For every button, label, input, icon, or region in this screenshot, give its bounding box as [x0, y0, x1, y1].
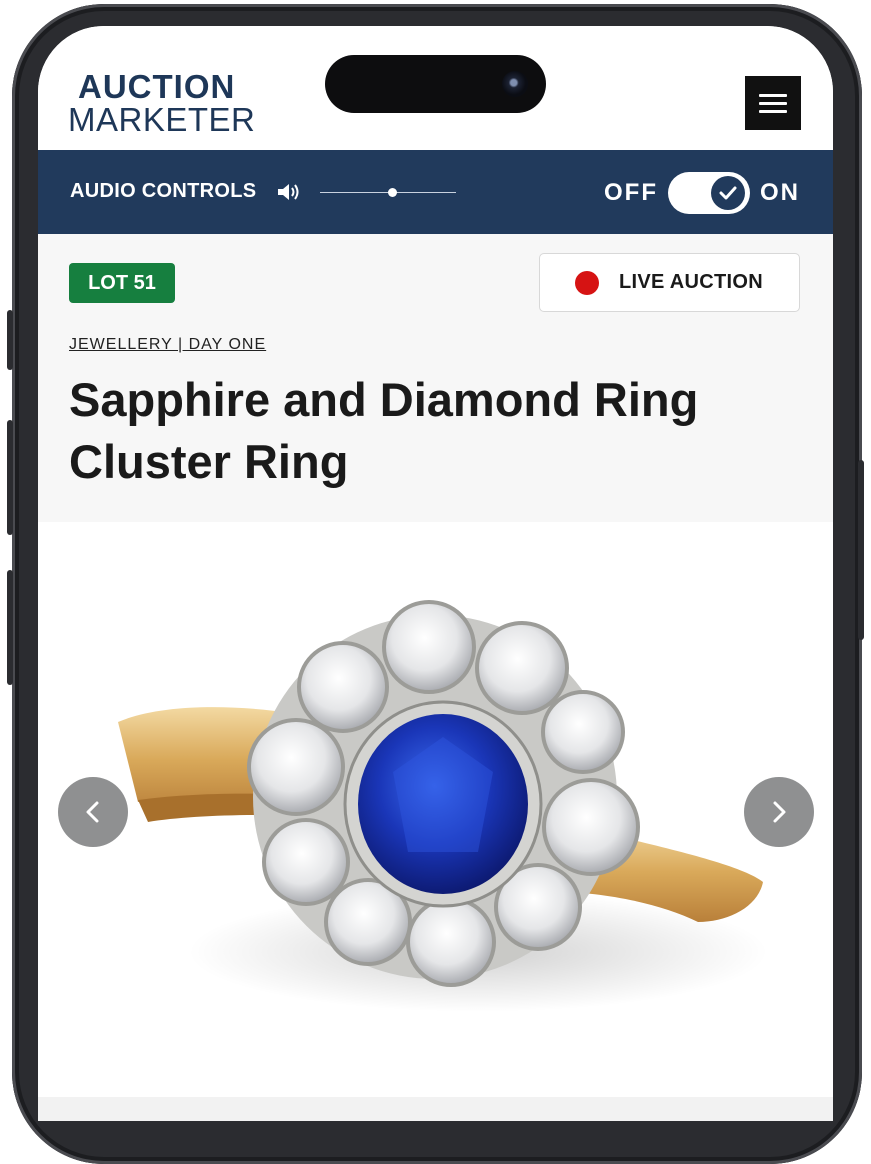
live-indicator-dot [575, 270, 599, 295]
chevron-left-icon [86, 801, 99, 823]
site-logo[interactable]: AUCTION MARKETER [68, 70, 255, 136]
lot-info-section: LOT 51 LIVE AUCTION JEWELLERY | DAY ONE … [38, 234, 833, 522]
phone-side-button [7, 420, 13, 535]
live-auction-button[interactable]: LIVE AUCTION [539, 253, 800, 312]
hamburger-line [759, 109, 787, 113]
carousel-prev-button[interactable] [58, 777, 128, 847]
volume-slider-handle[interactable] [387, 188, 397, 197]
live-auction-label: LIVE AUCTION [619, 271, 763, 293]
hamburger-line [759, 101, 787, 105]
next-section-edge [38, 1097, 833, 1121]
audio-controls-label: AUDIO CONTROLS [70, 180, 257, 202]
toggle-on-label: ON [760, 179, 800, 206]
carousel-next-button[interactable] [744, 777, 814, 847]
lot-title: Sapphire and Diamond Ring Cluster Ring [69, 373, 699, 488]
lot-number-badge: LOT 51 [69, 263, 175, 303]
camera-icon [502, 71, 528, 97]
chevron-right-icon [773, 801, 786, 823]
phone-side-button [7, 310, 13, 370]
audio-toggle[interactable] [668, 172, 750, 214]
ring-image [118, 600, 768, 1012]
speaker-icon[interactable] [276, 181, 302, 203]
product-image-carousel [38, 522, 833, 1097]
logo-line2: MARKETER [68, 101, 256, 138]
hamburger-menu-button[interactable] [745, 76, 801, 130]
phone-screen: AUCTION MARKETER AUDIO CONTROLS OFF ON L… [38, 26, 833, 1121]
hamburger-menu-icon [759, 93, 787, 97]
phone-side-button [7, 570, 13, 685]
breadcrumb-link[interactable]: JEWELLERY | DAY ONE [69, 336, 266, 354]
logo-line1: AUCTION [78, 68, 236, 105]
toggle-knob [711, 176, 745, 210]
phone-side-button [858, 460, 864, 640]
volume-slider[interactable] [320, 188, 456, 197]
checkmark-icon [719, 186, 737, 200]
toggle-off-label: OFF [604, 179, 658, 206]
audio-controls-bar: AUDIO CONTROLS OFF ON [38, 150, 833, 234]
dynamic-island [325, 55, 546, 113]
